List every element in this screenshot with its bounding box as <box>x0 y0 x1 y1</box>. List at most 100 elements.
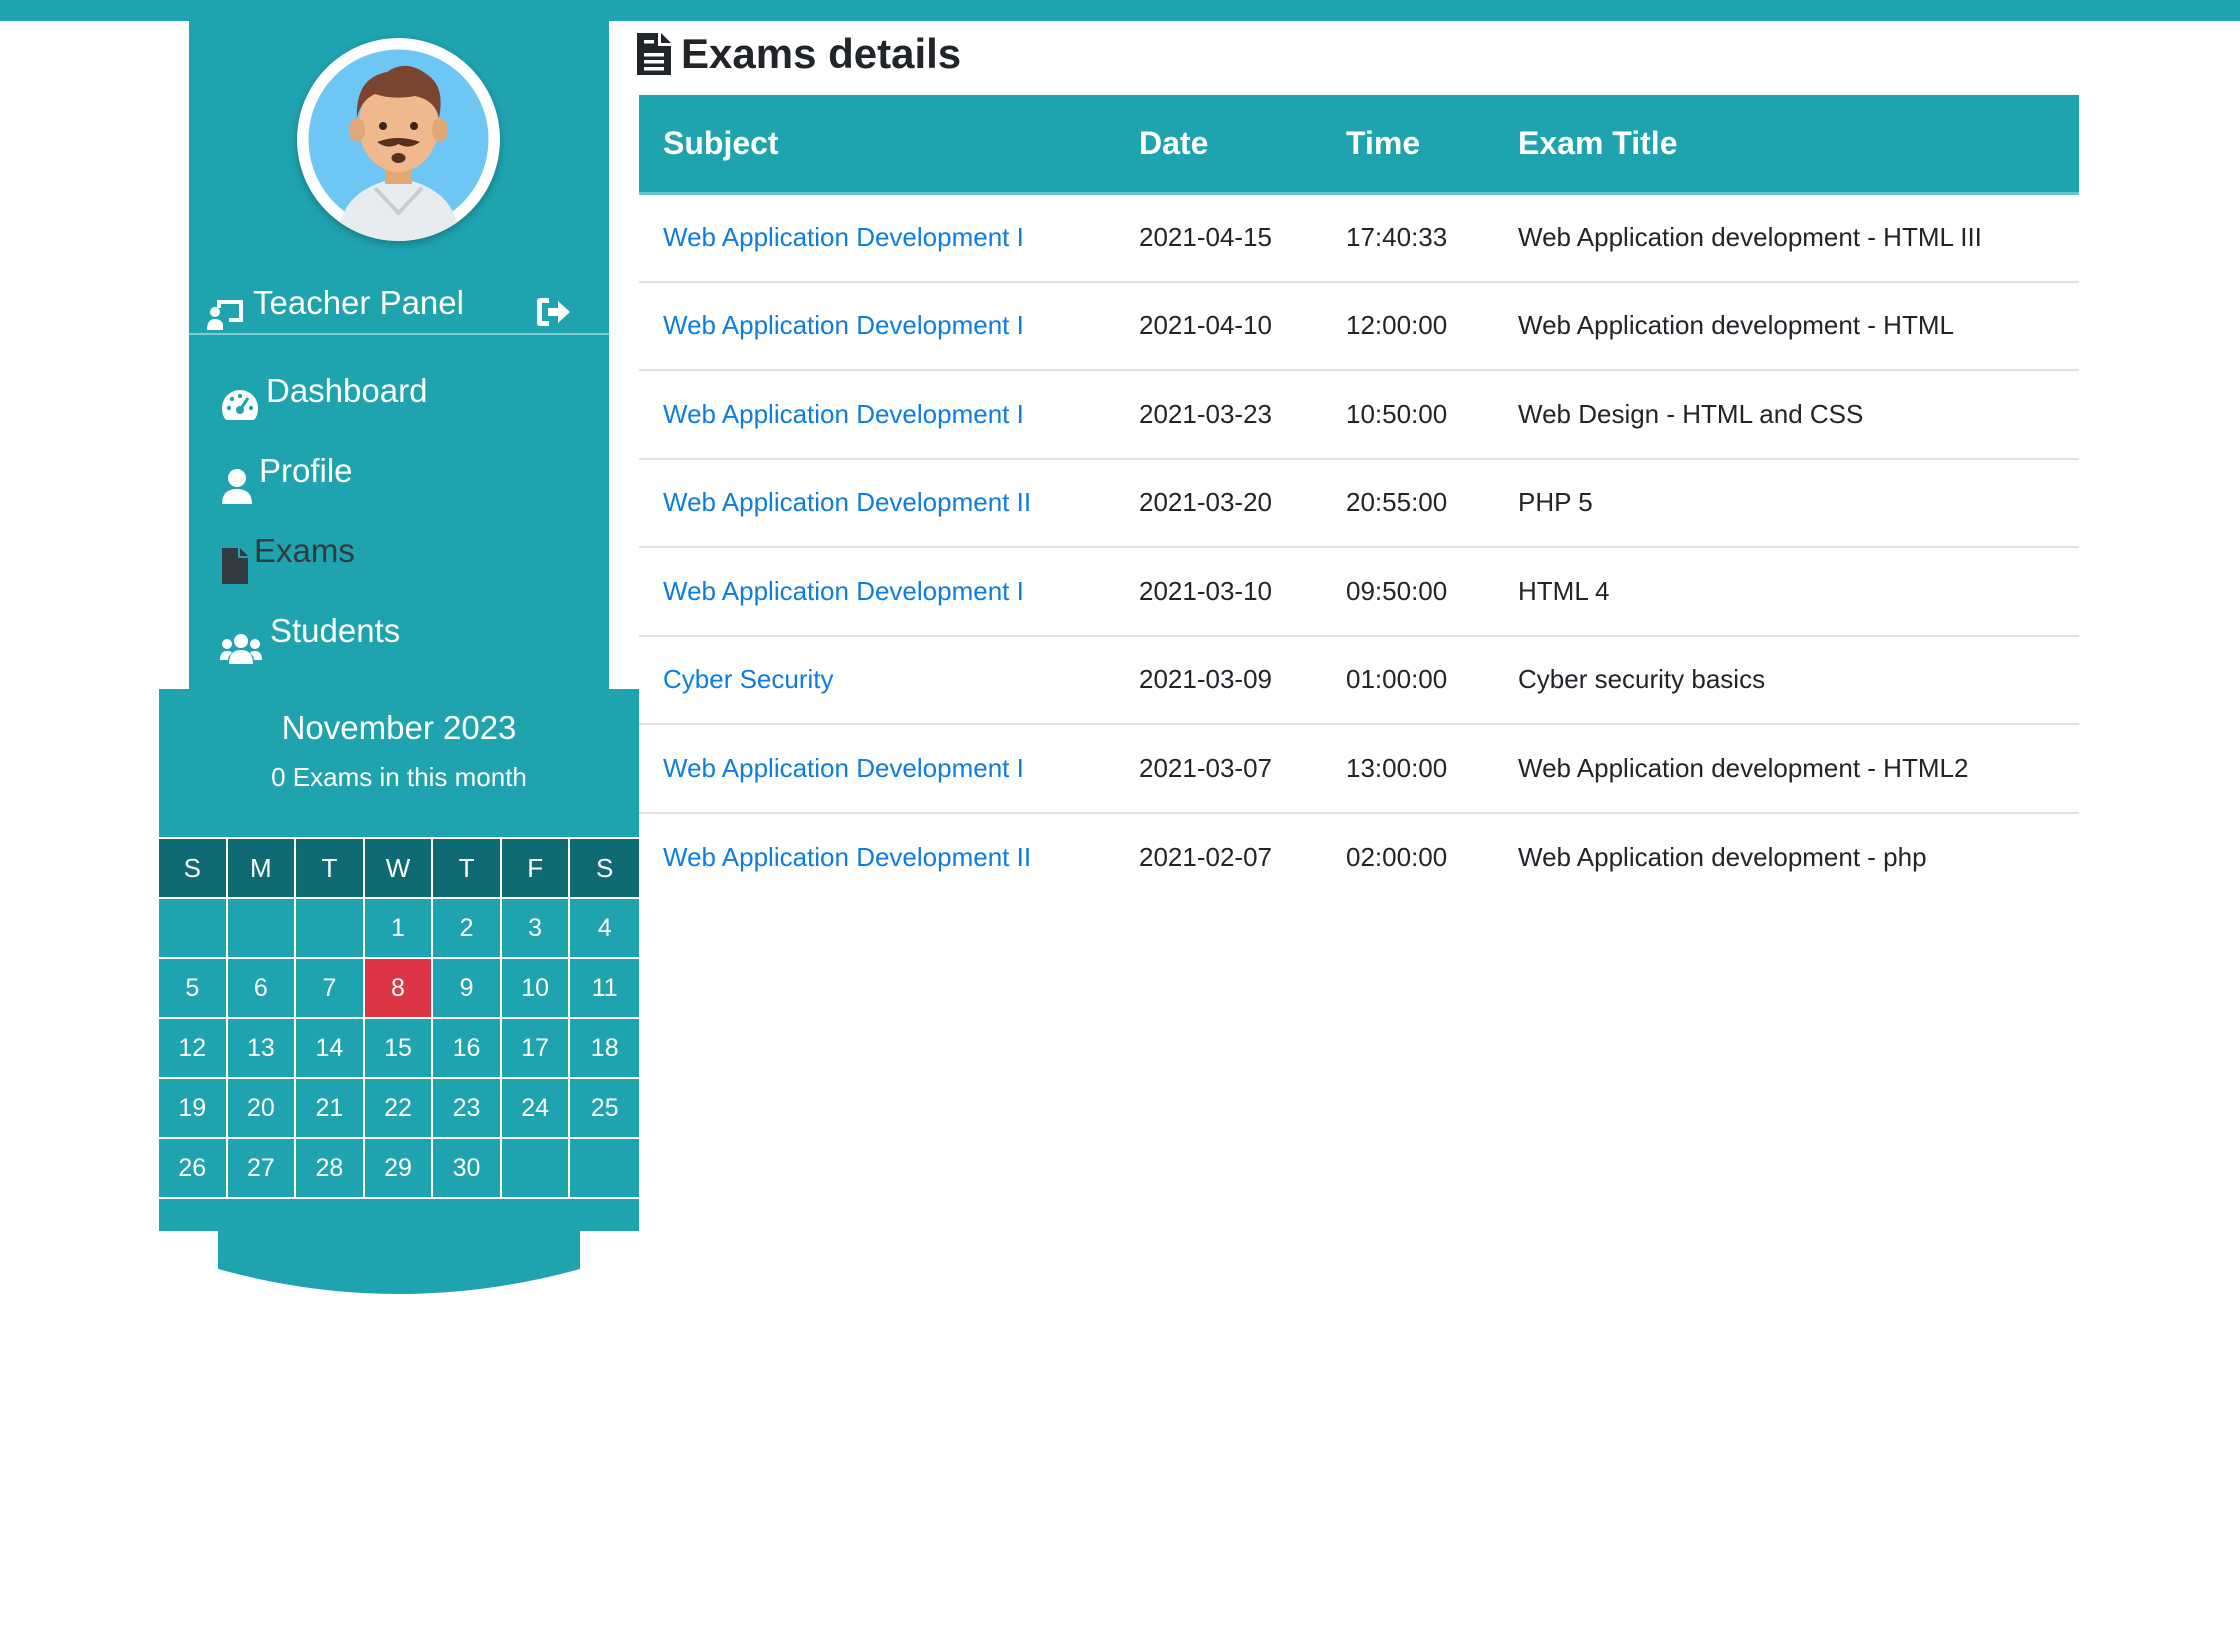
calendar-month: November 2023 <box>281 709 517 746</box>
calendar-day[interactable]: 24 <box>501 1079 571 1139</box>
exam-subject-link[interactable]: Cyber Security <box>639 634 1115 724</box>
sidebar-item-students[interactable]: Students <box>189 591 609 671</box>
calendar-footer <box>159 1199 639 1231</box>
calendar-day-empty <box>296 899 365 959</box>
table-row: Web Application Development I 2021-03-10 0… <box>639 546 2079 636</box>
table-row: Web Application Development I 2021-03-23 1… <box>639 369 2079 459</box>
exam-title: Web Application development - HTML III <box>1518 222 1982 252</box>
calendar-day[interactable]: 4 <box>570 899 639 959</box>
table-row: Web Application Development I 2021-04-10 1… <box>639 280 2079 370</box>
sidebar-item-exams[interactable]: Exams <box>189 511 609 591</box>
exam-date: 2021-03-10 <box>1115 546 1322 636</box>
exam-title: Web Application development - HTML2 <box>1494 723 2079 813</box>
exam-title: Web Application development - php <box>1494 811 2079 901</box>
calendar-day[interactable]: 5 <box>159 959 228 1019</box>
exam-title: Web Design - HTML and CSS <box>1494 369 2079 459</box>
exam-subject-link[interactable]: Web Application Development I <box>639 546 1115 636</box>
table-row: Web Application Development I 2021-03-07 1… <box>639 723 2079 813</box>
exam-time: 20:55:00 <box>1322 457 1494 547</box>
exam-title: Cyber security basics <box>1494 634 2079 724</box>
column-header-time: Time <box>1322 95 1494 195</box>
calendar-day[interactable]: 17 <box>501 1019 571 1079</box>
calendar-day[interactable]: 11 <box>570 959 639 1019</box>
panel-header: Teacher Panel <box>189 271 609 335</box>
calendar-day[interactable]: 25 <box>570 1079 639 1139</box>
exam-time: 12:00:00 <box>1322 280 1494 370</box>
exam-subject-link[interactable]: Web Application Development I <box>639 369 1115 459</box>
calendar-day[interactable]: 21 <box>296 1079 365 1139</box>
calendar-weekday: S <box>570 839 639 899</box>
calendar-day[interactable]: 9 <box>433 959 502 1019</box>
calendar-day-empty <box>570 1139 639 1199</box>
calendar-header: November 2023 0 Exams in this month <box>159 689 639 837</box>
top-bar <box>0 0 2240 21</box>
exam-subject-link[interactable]: Web Application Development II <box>639 811 1115 901</box>
calendar-day-today[interactable]: 8 <box>364 959 434 1019</box>
sidebar-nav: Dashboard Profile Exams Students <box>189 351 609 671</box>
calendar-day[interactable]: 22 <box>364 1079 434 1139</box>
calendar-day[interactable]: 10 <box>501 959 571 1019</box>
column-header-subject: Subject <box>639 95 1115 195</box>
calendar-day[interactable]: 14 <box>296 1019 365 1079</box>
calendar-day[interactable]: 7 <box>296 959 365 1019</box>
exam-time: 17:40:33 <box>1346 222 1448 252</box>
calendar-day[interactable]: 1 <box>364 899 434 959</box>
calendar-day[interactable]: 28 <box>296 1139 365 1199</box>
tachometer-icon <box>220 373 260 420</box>
exam-date: 2021-04-10 <box>1115 280 1322 370</box>
calendar-weekday: W <box>364 839 434 899</box>
calendar-day[interactable]: 2 <box>433 899 502 959</box>
exam-title: PHP 5 <box>1494 457 2079 547</box>
calendar-day[interactable]: 3 <box>501 899 571 959</box>
sidebar-item-label: Exams <box>254 532 355 569</box>
sidebar-item-dashboard[interactable]: Dashboard <box>189 351 609 431</box>
exam-calendar: November 2023 0 Exams in this month SMTW… <box>159 689 639 1294</box>
exam-date: 2021-03-07 <box>1115 723 1322 813</box>
calendar-weekday: S <box>159 839 228 899</box>
calendar-day[interactable]: 23 <box>433 1079 502 1139</box>
calendar-day[interactable]: 18 <box>570 1019 639 1079</box>
calendar-day[interactable]: 20 <box>227 1079 297 1139</box>
table-row: Web Application Development II 2021-03-20… <box>639 457 2079 547</box>
column-header-exam-title: Exam Title <box>1494 95 2079 195</box>
file-alt-icon <box>637 33 671 75</box>
calendar-day[interactable]: 26 <box>159 1139 228 1199</box>
calendar-day[interactable]: 6 <box>227 959 297 1019</box>
calendar-day[interactable]: 13 <box>227 1019 297 1079</box>
exam-subject-link[interactable]: Web Application Development I <box>639 280 1115 370</box>
exam-time: 10:50:00 <box>1322 369 1494 459</box>
exam-subject-link[interactable]: Web Application Development I <box>639 723 1115 813</box>
calendar-day[interactable]: 29 <box>364 1139 434 1199</box>
calendar-day[interactable]: 19 <box>159 1079 228 1139</box>
exam-date: 2021-03-09 <box>1115 634 1322 724</box>
calendar-day[interactable]: 12 <box>159 1019 228 1079</box>
calendar-day-empty <box>501 1139 571 1199</box>
calendar-day-empty <box>227 899 297 959</box>
table-row: Web Application Development I 2021-04-15 1… <box>639 193 2079 282</box>
sidebar-item-label: Dashboard <box>266 372 428 409</box>
chalkboard-teacher-icon <box>205 287 245 330</box>
exam-time: 09:50:00 <box>1322 546 1494 636</box>
sidebar-item-profile[interactable]: Profile <box>189 431 609 511</box>
calendar-day[interactable]: 16 <box>433 1019 502 1079</box>
exam-date: 2021-04-15 <box>1139 222 1272 252</box>
calendar-day[interactable]: 30 <box>433 1139 502 1199</box>
exam-time: 13:00:00 <box>1322 723 1494 813</box>
calendar-exam-count: 0 Exams in this month <box>271 762 527 792</box>
calendar-bottom-tab <box>218 1229 580 1294</box>
calendar-weekday: F <box>501 839 571 899</box>
users-icon <box>220 613 262 664</box>
user-icon <box>222 453 262 504</box>
exam-date: 2021-02-07 <box>1115 811 1322 901</box>
exam-subject-link[interactable]: Web Application Development II <box>639 457 1115 547</box>
calendar-weekday: M <box>227 839 297 899</box>
calendar-day[interactable]: 27 <box>227 1139 297 1199</box>
calendar-day[interactable]: 15 <box>364 1019 434 1079</box>
exam-time: 01:00:00 <box>1322 634 1494 724</box>
exam-subject-link[interactable]: Web Application Development I <box>639 193 1115 282</box>
calendar-weekday: T <box>296 839 365 899</box>
exam-date: 2021-03-23 <box>1115 369 1322 459</box>
exam-time: 02:00:00 <box>1322 811 1494 901</box>
calendar-day-empty <box>159 899 228 959</box>
sign-out-icon[interactable] <box>536 286 572 326</box>
